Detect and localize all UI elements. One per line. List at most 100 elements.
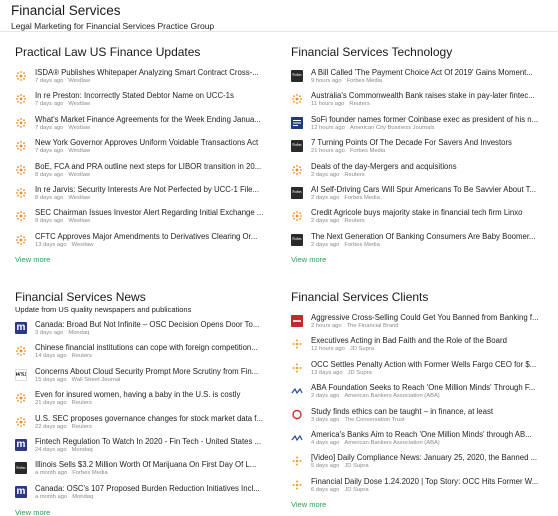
news-age: 7 days ago <box>35 148 64 155</box>
news-headline-link[interactable]: In re Preston: Incorrectly Stated Debtor… <box>35 91 277 101</box>
news-source: The Financial Brand <box>346 323 399 329</box>
view-more-link[interactable]: View more <box>15 255 50 264</box>
news-item[interactable]: Forbes Illinois Sells $3.2 Million Worth … <box>15 460 277 483</box>
news-item[interactable]: Financial Daily Dose 1.24.2020 | Top Sto… <box>291 477 553 500</box>
news-headline-link[interactable]: BoE, FCA and PRA outline next steps for … <box>35 162 277 172</box>
news-item[interactable]: ISDA® Publishes Whitepaper Analyzing Sma… <box>15 68 277 91</box>
news-meta: 21 hours ago Forbes Media <box>311 148 553 155</box>
news-item[interactable]: Forbes AI Self-Driving Cars Will Spur Ame… <box>291 185 553 208</box>
news-item[interactable]: CFTC Approves Major Amendments to Deriva… <box>15 232 277 255</box>
news-item-text: SoFi founder names former Coinbase exec … <box>311 115 553 132</box>
news-item-text: The Next Generation Of Banking Consumers… <box>311 232 553 249</box>
view-more-link[interactable]: View more <box>291 500 326 509</box>
news-headline-link[interactable]: Illinois Sells $3.2 Million Worth Of Mar… <box>35 460 277 470</box>
news-headline-link[interactable]: ISDA® Publishes Whitepaper Analyzing Sma… <box>35 68 277 78</box>
news-headline-link[interactable]: Study finds ethics can be taught – in fi… <box>311 407 553 417</box>
news-headline-link[interactable]: Canada: Broad But Not Infinite – OSC Dec… <box>35 320 277 330</box>
news-item[interactable]: U.S. SEC proposes governance changes for… <box>15 414 277 437</box>
news-headline-link[interactable]: Fintech Regulation To Watch In 2020 - Fi… <box>35 437 277 447</box>
news-headline-link[interactable]: OCC Settles Penalty Action with Former W… <box>311 360 553 370</box>
news-headline-link[interactable]: The Next Generation Of Banking Consumers… <box>311 232 553 242</box>
news-headline-link[interactable]: Deals of the day-Mergers and acquisition… <box>311 162 553 172</box>
news-headline-link[interactable]: In re Jarvis: Security Interests Are Not… <box>35 185 277 195</box>
panel-title: Financial Services Clients <box>291 290 429 304</box>
news-item[interactable]: m Canada: OSC's 107 Proposed Burden Reduc… <box>15 484 277 507</box>
news-item[interactable]: Forbes The Next Generation Of Banking Con… <box>291 232 553 255</box>
news-item[interactable]: Australia's Commonwealth Bank raises sta… <box>291 91 553 114</box>
news-headline-link[interactable]: ABA Foundation Seeks to Reach 'One Milli… <box>311 383 553 393</box>
news-source: Westlaw <box>68 124 91 131</box>
news-item[interactable]: Credit Agricole buys majority stake in f… <box>291 208 553 231</box>
news-item[interactable]: m Fintech Regulation To Watch In 2020 - F… <box>15 437 277 460</box>
news-headline-link[interactable]: Aggressive Cross-Selling Could Get You B… <box>311 313 553 323</box>
news-source: American Bankers Association (ABA) <box>344 439 440 446</box>
jdsupra-logo-icon <box>291 479 303 491</box>
news-item[interactable]: In re Preston: Incorrectly Stated Debtor… <box>15 91 277 114</box>
news-headline-link[interactable]: AI Self-Driving Cars Will Spur Americans… <box>311 185 553 195</box>
news-headline-link[interactable]: A Bill Called 'The Payment Choice Act Of… <box>311 68 553 78</box>
news-item[interactable]: America's Banks Aim to Reach 'One Millio… <box>291 430 553 453</box>
news-headline-link[interactable]: America's Banks Aim to Reach 'One Millio… <box>311 430 553 440</box>
news-headline-link[interactable]: 7 Turning Points Of The Decade For Saver… <box>311 138 553 148</box>
news-item[interactable]: New York Governor Approves Uniform Voida… <box>15 138 277 161</box>
news-item[interactable]: m Canada: Broad But Not Infinite – OSC De… <box>15 320 277 343</box>
news-source: Westlaw <box>68 101 91 108</box>
news-age: 14 days ago <box>35 353 67 360</box>
news-headline-link[interactable]: U.S. SEC proposes governance changes for… <box>35 414 277 424</box>
news-item-text: Even for insured women, having a baby in… <box>35 390 277 407</box>
news-item-text: SEC Chairman Issues Investor Alert Regar… <box>35 208 277 225</box>
news-item[interactable]: Forbes A Bill Called 'The Payment Choice … <box>291 68 553 91</box>
news-headline-link[interactable]: Concerns About Cloud Security Prompt Mor… <box>35 367 277 377</box>
news-item[interactable]: Deals of the day-Mergers and acquisition… <box>291 162 553 185</box>
news-item[interactable]: In re Jarvis: Security Interests Are Not… <box>15 185 277 208</box>
panel-fs-clients: Financial Services Clients Aggressive Cro… <box>291 290 553 500</box>
news-source: Mondaq <box>68 330 90 336</box>
news-item[interactable]: Forbes 7 Turning Points Of The Decade For… <box>291 138 553 161</box>
news-source: JD Supra <box>344 486 369 493</box>
news-age: 21 days ago <box>35 400 67 407</box>
conversation-logo-icon <box>291 409 303 421</box>
news-source: Westlaw <box>71 241 94 248</box>
news-source: Reuters <box>349 101 370 108</box>
page-header: Financial Services Legal Marketing for F… <box>11 3 547 32</box>
news-age: 2 days ago <box>311 241 340 248</box>
news-item[interactable]: WSJ Concerns About Cloud Security Prompt … <box>15 367 277 390</box>
news-item[interactable]: OCC Settles Penalty Action with Former W… <box>291 360 553 383</box>
news-age: 7 days ago <box>35 101 64 108</box>
news-item[interactable]: SEC Chairman Issues Investor Alert Regar… <box>15 208 277 231</box>
news-item[interactable]: Study finds ethics can be taught – in fi… <box>291 407 553 430</box>
news-item[interactable]: BoE, FCA and PRA outline next steps for … <box>15 162 277 185</box>
news-item[interactable]: What's Market Finance Agreements for the… <box>15 115 277 138</box>
news-item[interactable]: [Video] Daily Compliance News: January 2… <box>291 453 553 476</box>
news-item[interactable]: ABA Foundation Seeks to Reach 'One Milli… <box>291 383 553 406</box>
news-item[interactable]: Even for insured women, having a baby in… <box>15 390 277 413</box>
news-age: 22 days ago <box>35 423 67 430</box>
news-headline-link[interactable]: New York Governor Approves Uniform Voida… <box>35 138 277 148</box>
view-more-link[interactable]: View more <box>291 255 326 264</box>
news-item-text: Executives Acting in Bad Faith and the R… <box>311 336 553 353</box>
news-headline-link[interactable]: Chinese financial institutions can cope … <box>35 343 277 353</box>
news-headline-link[interactable]: Financial Daily Dose 1.24.2020 | Top Sto… <box>311 477 553 487</box>
westlaw-logo-icon <box>15 117 27 129</box>
news-headline-link[interactable]: Canada: OSC's 107 Proposed Burden Reduct… <box>35 484 277 494</box>
page-title: Financial Services <box>11 3 121 18</box>
news-headline-link[interactable]: Credit Agricole buys majority stake in f… <box>311 208 553 218</box>
news-headline-link[interactable]: Australia's Commonwealth Bank raises sta… <box>311 91 553 101</box>
news-meta: 13 days ago Westlaw <box>35 242 277 249</box>
news-headline-link[interactable]: Even for insured women, having a baby in… <box>35 390 277 400</box>
news-item[interactable]: Aggressive Cross-Selling Could Get You B… <box>291 313 553 336</box>
news-age: 12 hours ago <box>311 124 345 131</box>
news-item-text: Credit Agricole buys majority stake in f… <box>311 208 553 225</box>
news-headline-link[interactable]: What's Market Finance Agreements for the… <box>35 115 277 125</box>
news-headline-link[interactable]: SEC Chairman Issues Investor Alert Regar… <box>35 208 277 218</box>
news-age: 24 days ago <box>35 446 67 453</box>
news-headline-link[interactable]: [Video] Daily Compliance News: January 2… <box>311 453 553 463</box>
news-list: m Canada: Broad But Not Infinite – OSC De… <box>15 320 277 507</box>
view-more-link[interactable]: View more <box>15 508 50 516</box>
news-headline-link[interactable]: Executives Acting in Bad Faith and the R… <box>311 336 553 346</box>
news-item[interactable]: Executives Acting in Bad Faith and the R… <box>291 336 553 359</box>
news-headline-link[interactable]: SoFi founder names former Coinbase exec … <box>311 115 553 125</box>
news-item[interactable]: SoFi founder names former Coinbase exec … <box>291 115 553 138</box>
news-headline-link[interactable]: CFTC Approves Major Amendments to Deriva… <box>35 232 277 242</box>
news-item[interactable]: Chinese financial institutions can cope … <box>15 343 277 366</box>
